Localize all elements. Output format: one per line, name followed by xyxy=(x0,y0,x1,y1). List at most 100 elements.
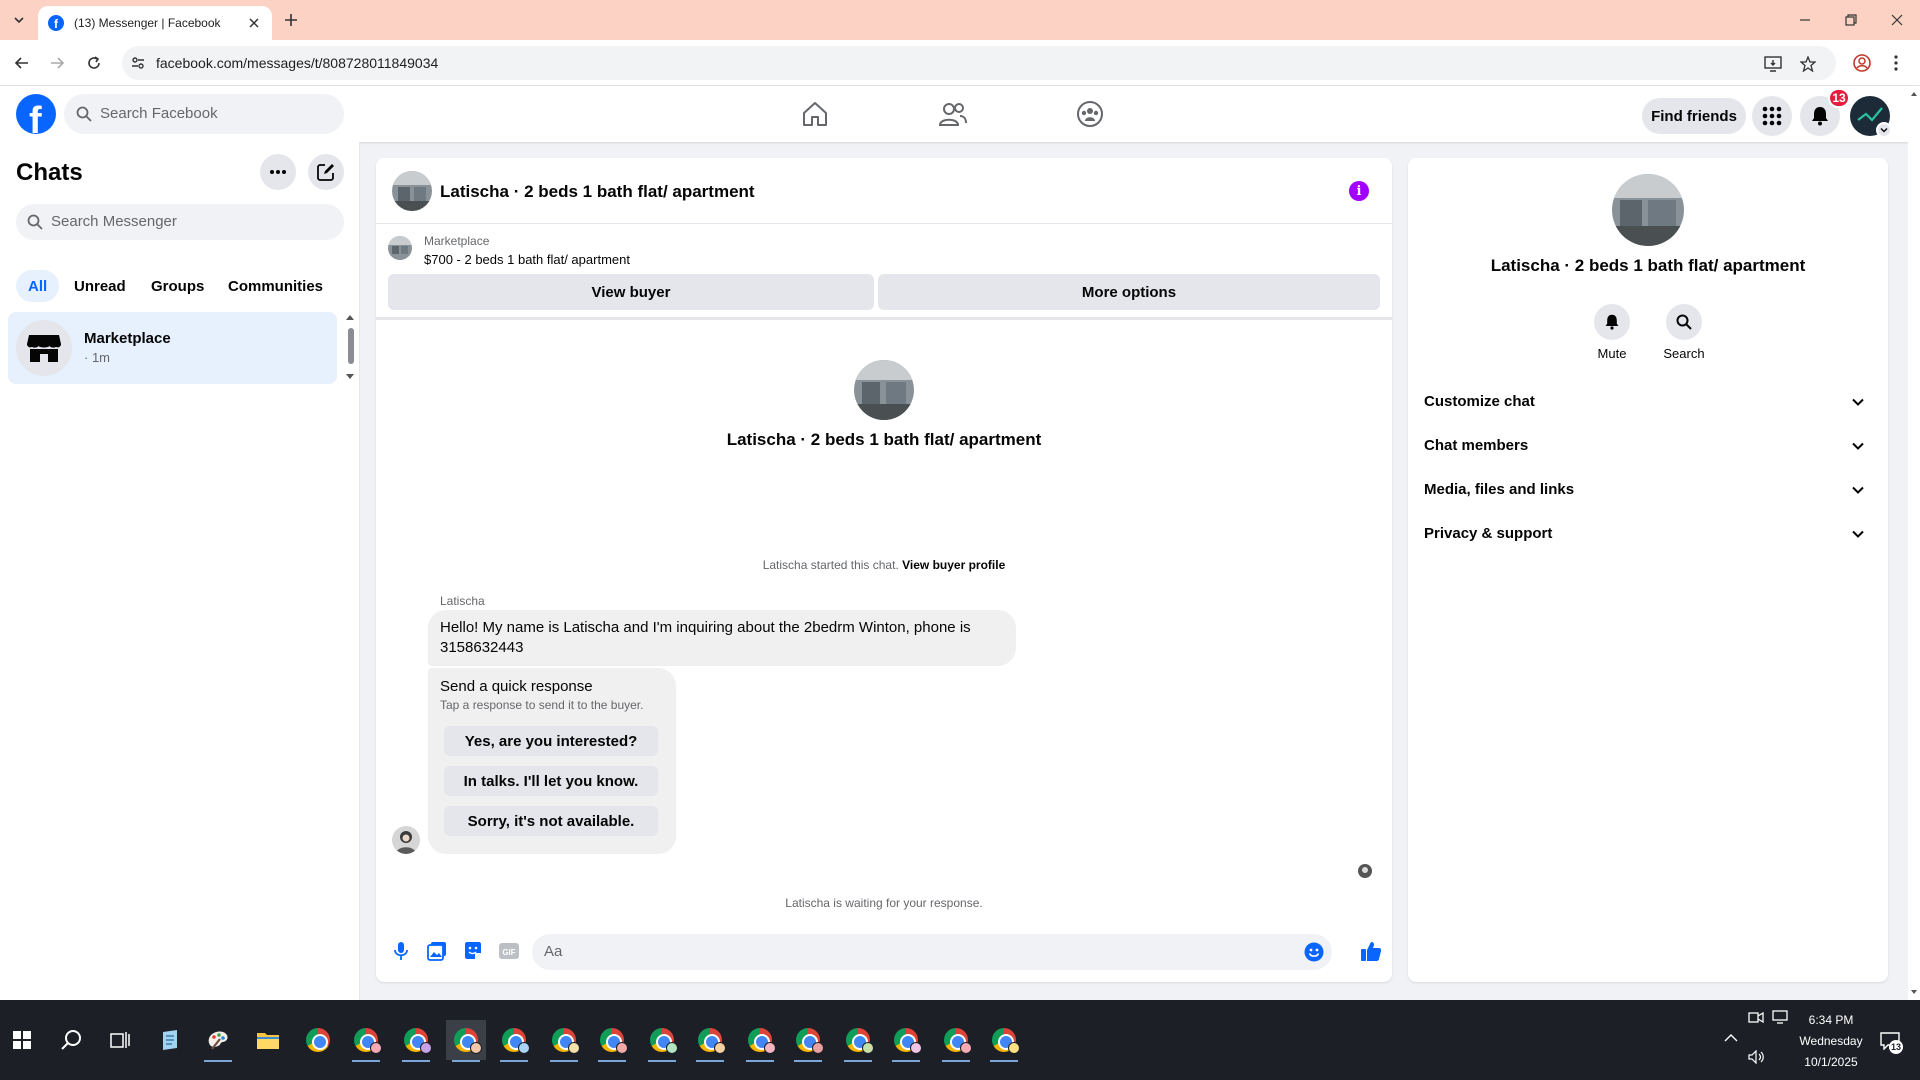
details-avatar[interactable] xyxy=(1612,174,1684,246)
quick-response-option-interested[interactable]: Yes, are you interested? xyxy=(444,726,658,756)
show-hidden-icons-chevron-up-icon[interactable] xyxy=(1724,1032,1738,1046)
notepad-app-icon[interactable] xyxy=(150,1020,190,1060)
chrome-profile-icon[interactable] xyxy=(642,1020,682,1062)
photo-attach-icon[interactable] xyxy=(426,940,448,962)
filter-communities[interactable]: Communities xyxy=(216,270,335,302)
svg-text:GIF: GIF xyxy=(502,948,515,957)
minimize-window-icon[interactable] xyxy=(1782,0,1828,40)
restore-window-icon[interactable] xyxy=(1828,0,1874,40)
chrome-profile-icon[interactable] xyxy=(690,1020,730,1062)
mute-action[interactable]: Mute xyxy=(1582,304,1642,361)
conversation-panel: Latischa · 2 beds 1 bath flat/ apartment… xyxy=(376,158,1392,982)
volume-speaker-icon[interactable] xyxy=(1748,1049,1766,1067)
chat-members-section[interactable]: Chat members xyxy=(1416,424,1880,468)
bookmark-star-icon[interactable] xyxy=(1799,55,1817,73)
chrome-profile-icon[interactable] xyxy=(494,1020,534,1062)
sticker-icon[interactable] xyxy=(462,940,484,962)
chrome-profile-icon[interactable] xyxy=(886,1020,926,1062)
browser-tab-messenger[interactable]: f (13) Messenger | Facebook xyxy=(38,6,272,40)
chrome-profile-icon[interactable] xyxy=(788,1020,828,1062)
chrome-profile-icon[interactable] xyxy=(984,1020,1024,1062)
clock-day: Wednesday xyxy=(1799,1034,1863,1048)
sender-avatar[interactable] xyxy=(392,826,420,854)
chrome-profile-icon[interactable] xyxy=(346,1020,386,1062)
gif-icon[interactable]: GIF xyxy=(498,940,520,962)
conversation-header: Latischa · 2 beds 1 bath flat/ apartment… xyxy=(376,158,1392,224)
more-options-ellipsis-icon[interactable] xyxy=(260,154,296,190)
chat-name: Marketplace xyxy=(84,330,171,347)
emoji-icon[interactable] xyxy=(1304,942,1324,962)
facebook-logo-icon[interactable]: f xyxy=(16,94,56,134)
incoming-message-bubble[interactable]: Hello! My name is Latischa and I'm inqui… xyxy=(428,610,1016,666)
message-input-placeholder: Aa xyxy=(544,943,563,960)
filter-all[interactable]: All xyxy=(16,270,60,302)
section-label: Customize chat xyxy=(1424,393,1535,410)
search-action[interactable]: Search xyxy=(1654,304,1714,361)
back-arrow-icon[interactable] xyxy=(10,51,34,75)
page-scrollbar[interactable] xyxy=(1908,86,1920,1000)
tab-close-icon[interactable] xyxy=(246,15,262,31)
media-files-links-section[interactable]: Media, files and links xyxy=(1416,468,1880,512)
site-info-icon[interactable] xyxy=(130,55,146,71)
info-icon[interactable]: i xyxy=(1349,181,1369,201)
find-friends-button[interactable]: Find friends xyxy=(1642,98,1746,134)
scrollbar-thumb[interactable] xyxy=(348,328,354,364)
thumbs-up-icon[interactable] xyxy=(1358,938,1384,964)
chrome-profile-icon[interactable] xyxy=(446,1020,486,1062)
filter-unread[interactable]: Unread xyxy=(62,270,138,302)
tab-list-chevron-icon[interactable] xyxy=(8,9,30,31)
listing-thumbnail[interactable] xyxy=(388,236,412,260)
close-window-icon[interactable] xyxy=(1874,0,1920,40)
chrome-profile-icon[interactable] xyxy=(740,1020,780,1062)
more-options-button[interactable]: More options xyxy=(878,274,1380,310)
address-bar[interactable]: facebook.com/messages/t/808728011849034 xyxy=(122,46,1836,80)
facebook-search-placeholder: Search Facebook xyxy=(100,105,218,122)
account-chevron-down-icon[interactable] xyxy=(1876,122,1892,138)
menu-grid-icon[interactable] xyxy=(1752,96,1792,136)
profile-icon[interactable] xyxy=(1852,53,1872,73)
customize-chat-section[interactable]: Customize chat xyxy=(1416,380,1880,424)
reload-icon[interactable] xyxy=(82,51,106,75)
new-message-compose-icon[interactable] xyxy=(308,154,344,190)
microphone-icon[interactable] xyxy=(390,940,412,962)
quick-response-option-in-talks[interactable]: In talks. I'll let you know. xyxy=(444,766,658,796)
listing-title[interactable]: $700 - 2 beds 1 bath flat/ apartment xyxy=(424,252,630,267)
conversation-title[interactable]: Latischa · 2 beds 1 bath flat/ apartment xyxy=(440,182,755,202)
chrome-profile-icon[interactable] xyxy=(838,1020,878,1062)
message-input[interactable]: Aa xyxy=(532,934,1332,970)
conversation-center-avatar[interactable] xyxy=(854,360,914,420)
chrome-profile-icon[interactable] xyxy=(592,1020,632,1062)
action-center-icon[interactable]: 13 xyxy=(1880,1032,1906,1054)
browser-toolbar: facebook.com/messages/t/808728011849034 xyxy=(0,40,1920,86)
taskbar-clock[interactable]: 6:34 PM Wednesday 10/1/2025 xyxy=(1796,1010,1866,1073)
home-icon[interactable] xyxy=(799,98,831,130)
conversation-avatar[interactable] xyxy=(392,171,432,211)
windows-start-icon[interactable] xyxy=(2,1020,42,1060)
chrome-profile-icon[interactable] xyxy=(936,1020,976,1062)
new-tab-plus-icon[interactable] xyxy=(280,9,302,31)
friends-icon[interactable] xyxy=(937,98,969,130)
network-icon[interactable] xyxy=(1772,1010,1790,1027)
quick-response-option-not-available[interactable]: Sorry, it's not available. xyxy=(444,806,658,836)
privacy-support-section[interactable]: Privacy & support xyxy=(1416,512,1880,556)
chat-list-item-marketplace[interactable]: Marketplace · 1m xyxy=(8,312,337,384)
messenger-search-input[interactable]: Search Messenger xyxy=(16,204,344,240)
taskbar-search-icon[interactable] xyxy=(52,1020,92,1060)
chrome-profile-icon[interactable] xyxy=(544,1020,584,1062)
paint-app-icon[interactable] xyxy=(198,1020,238,1062)
chat-list-scrollbar[interactable] xyxy=(344,312,356,382)
meet-now-icon[interactable] xyxy=(1748,1010,1764,1027)
browser-menu-icon[interactable] xyxy=(1886,53,1906,73)
chrome-profile-icon[interactable] xyxy=(396,1020,436,1062)
file-explorer-icon[interactable] xyxy=(248,1020,288,1060)
filter-groups[interactable]: Groups xyxy=(139,270,216,302)
mute-label: Mute xyxy=(1597,346,1627,361)
view-buyer-button[interactable]: View buyer xyxy=(388,274,874,310)
chrome-app-icon[interactable] xyxy=(298,1020,338,1060)
facebook-search-input[interactable]: Search Facebook xyxy=(64,94,344,134)
view-buyer-profile-link[interactable]: View buyer profile xyxy=(902,558,1005,572)
forward-arrow-icon[interactable] xyxy=(45,51,69,75)
task-view-icon[interactable] xyxy=(100,1020,140,1060)
install-app-icon[interactable] xyxy=(1764,55,1782,73)
groups-icon[interactable] xyxy=(1074,98,1106,130)
